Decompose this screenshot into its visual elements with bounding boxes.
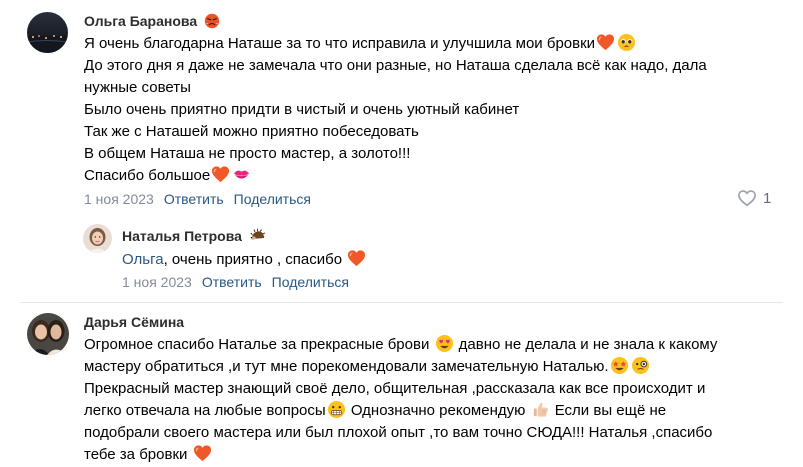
thumbs-up-icon — [531, 400, 550, 419]
heart-eyes-icon — [435, 334, 454, 353]
comment-line: До этого дня я даже не замечала что они … — [84, 57, 707, 74]
comment-line: тебе за бровки — [84, 444, 717, 466]
heart-icon — [193, 444, 212, 463]
mention-link[interactable]: Ольга — [122, 251, 164, 268]
comment-meta: 1 ноя 2023 Ответить Поделиться — [84, 191, 311, 207]
like-count: 1 — [763, 189, 772, 207]
comment-date[interactable]: 1 ноя 2023 — [84, 191, 154, 207]
angry-face-icon — [204, 13, 220, 29]
author-name[interactable]: Дарья Сёмина — [84, 314, 184, 330]
heart-icon — [596, 33, 615, 52]
star-struck-icon — [610, 356, 629, 375]
kiss-mark-icon — [232, 165, 251, 184]
share-button[interactable]: Поделиться — [272, 274, 349, 290]
reply-button[interactable]: Ответить — [202, 274, 262, 290]
comment-line: Так же с Наташей можно приятно побеседов… — [84, 123, 419, 140]
comment-text: Я очень благодарна Наташе за то что испр… — [84, 33, 707, 187]
comment-line: Прекрасный мастер знающий своё дело, общ… — [84, 380, 706, 397]
heart-icon — [347, 249, 366, 268]
comment-date[interactable]: 1 ноя 2023 — [122, 274, 192, 290]
comment-line: Спасибо большое — [84, 165, 707, 187]
share-button[interactable]: Поделиться — [234, 191, 311, 207]
heart-icon — [211, 165, 230, 184]
hedgehog-icon — [249, 227, 266, 244]
avatar[interactable] — [83, 224, 112, 253]
comment-line: мастеру обратиться ,и тут мне порекоменд… — [84, 356, 717, 378]
comment-line: Было очень приятно придти в чистый и оче… — [84, 101, 520, 118]
reply-button[interactable]: Ответить — [164, 191, 224, 207]
comment-text: Ольга, очень приятно , спасибо — [122, 249, 367, 271]
comment-text: Огромное спасибо Наталье за прекрасные б… — [84, 334, 717, 466]
comment-line: Я очень благодарна Наташе за то что испр… — [84, 33, 707, 55]
comment-line: Огромное спасибо Наталье за прекрасные б… — [84, 334, 718, 353]
avatar[interactable] — [27, 12, 68, 53]
grimacing-face-icon — [327, 400, 346, 419]
comment-line: легко отвечала на любые вопросы Однознач… — [84, 400, 667, 419]
heart-outline-icon — [737, 190, 757, 207]
avatar[interactable] — [27, 313, 69, 355]
author-name[interactable]: Наталья Петрова — [122, 227, 267, 244]
comment-separator — [20, 302, 783, 303]
pleading-face-icon — [617, 33, 636, 52]
comment-line: В общем Наташа не просто мастер, а золот… — [84, 145, 411, 162]
comment-line: подобрали своего мастера или был плохой … — [84, 424, 713, 441]
comment-line: Ольга, очень приятно , спасибо — [122, 249, 367, 271]
like-button[interactable]: 1 — [737, 189, 771, 207]
comment-meta: 1 ноя 2023 Ответить Поделиться — [122, 274, 349, 290]
author-name[interactable]: Ольга Баранова — [84, 13, 221, 29]
monocle-face-icon — [631, 356, 650, 375]
comment-line: нужные советы — [84, 79, 191, 96]
